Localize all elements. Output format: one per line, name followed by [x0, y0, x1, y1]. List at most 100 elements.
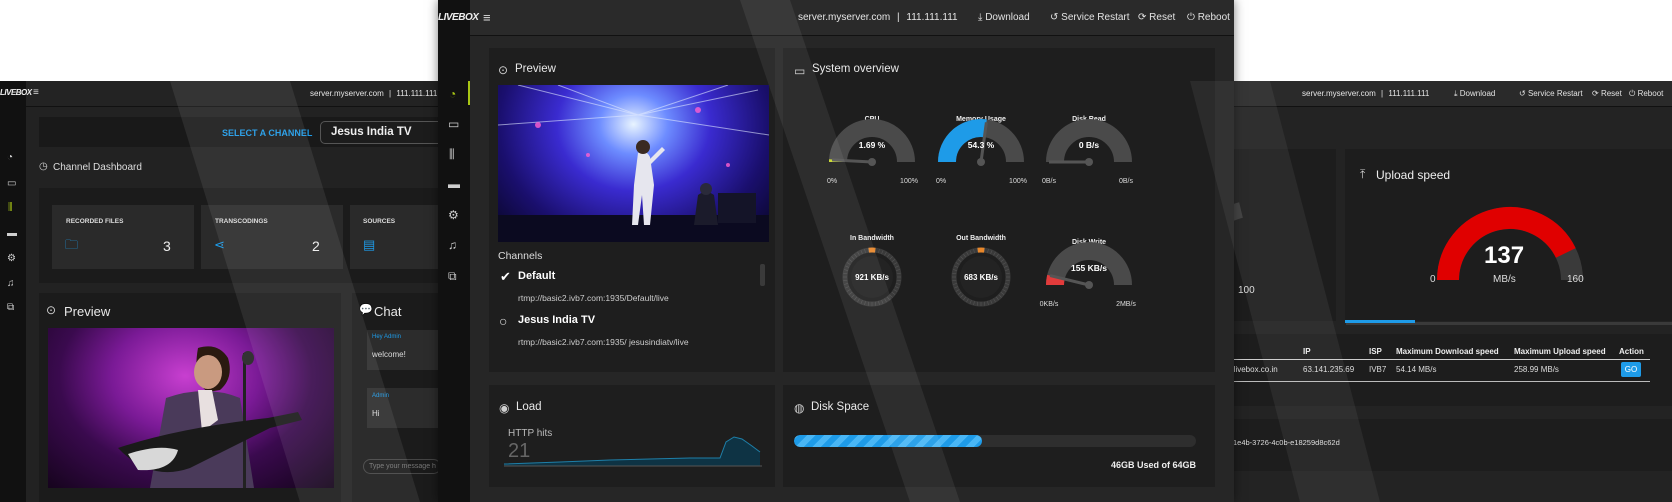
center-server-sep: | [897, 12, 900, 23]
gauge-hub [1085, 281, 1093, 289]
gear-icon[interactable]: ⚙ [448, 209, 459, 221]
document-icon: ▤ [363, 237, 376, 252]
folder-icon: 🗀 [65, 237, 79, 252]
radio-empty-icon: ○ [499, 313, 508, 329]
disk-icon: ◍ [794, 401, 805, 415]
th-isp: ISP [1369, 347, 1382, 356]
gauge-min: 0% [936, 178, 946, 185]
left-server-sep: | [389, 89, 392, 98]
left-server-name: server.myserver.com [310, 89, 384, 98]
download-icon: ⤓ [978, 12, 983, 23]
right-restart-label: Service Restart [1527, 89, 1583, 98]
stat-sources[interactable]: SOURCES ▤ [350, 205, 440, 269]
right-server-info: server.myserver.com | 111.111.111 [1302, 89, 1429, 98]
channel-select[interactable]: Jesus India TV [320, 121, 440, 144]
play-circle-icon: ⊙ [498, 63, 509, 77]
left-sliders-icon[interactable]: ⫼ [8, 203, 13, 213]
preview-panel: ⊙ Preview Channels ✔ Default rtmp://basi… [489, 48, 775, 372]
left-menu-icon[interactable]: ≡ [33, 87, 39, 98]
row-ip: 63.141.235.69 [1303, 365, 1355, 374]
reboot-label: Reboot [1197, 12, 1230, 23]
right-restart-button[interactable]: ↺ Service Restart [1519, 89, 1583, 98]
gauge-min: 0KB/s [1040, 301, 1059, 308]
gauge-value: 54.3 % [968, 140, 995, 150]
upload-gauge [1437, 207, 1583, 281]
disk-bar-track [794, 435, 1196, 447]
partial-gauge-arc [1225, 202, 1244, 226]
preview-video[interactable] [498, 85, 769, 242]
right-reset-button[interactable]: ⟳ Reset [1592, 89, 1622, 98]
chat-panel: 💬 Chat Hey Admin welcome! Admin Hi [352, 293, 440, 502]
table-header-rule [1225, 359, 1650, 360]
gauge-hub [868, 158, 876, 166]
left-logo: LIVEBOX [0, 88, 32, 97]
channel-url: rtmp://basic2.ivb7.com:1935/ jesusindiat… [518, 337, 689, 347]
left-desktop-icon[interactable]: ▬ [7, 229, 17, 239]
right-reboot-button[interactable]: ⏻ Reboot [1629, 89, 1663, 99]
desktop-icon[interactable]: ▬ [448, 178, 460, 190]
partial-gauge-max-label: 100 [1238, 285, 1255, 296]
channel-item[interactable]: ○ Jesus India TV rtmp://basic2.ivb7.com:… [498, 311, 753, 353]
stack-icon[interactable]: ⧉ [448, 270, 457, 282]
channel-name: Jesus India TV [518, 314, 596, 326]
download-label: Download [985, 12, 1030, 23]
gauge-min: 0% [827, 178, 837, 185]
left-stack-icon[interactable]: ⧉ [7, 303, 14, 313]
gauge-needle [831, 158, 873, 164]
left-preview-video[interactable] [48, 328, 334, 488]
gauge-min: 0B/s [1042, 178, 1057, 185]
restart-label: Service Restart [1061, 12, 1130, 23]
upload-progress-fill [1345, 320, 1415, 323]
sliders-icon[interactable]: ⫼ [449, 148, 455, 160]
right-reboot-label: Reboot [1637, 89, 1664, 98]
th-upload: Maximum Upload speed [1514, 347, 1606, 356]
center-server-info: server.myserver.com | 111.111.111 [798, 12, 958, 23]
left-music-icon[interactable]: ♫ [7, 279, 15, 289]
chat-text: welcome! [372, 350, 406, 359]
center-logo: LIVEBOX [438, 12, 479, 23]
channels-scrollbar[interactable] [760, 264, 765, 286]
left-gauge-icon[interactable]: ◔ [7, 153, 13, 163]
right-download-button[interactable]: ⤓ Download [1454, 89, 1495, 99]
row-isp: IVB7 [1369, 365, 1387, 374]
dial-label: In Bandwidth [850, 235, 894, 242]
center-server-ip: 111.111.111 [906, 12, 958, 23]
download-button[interactable]: ⤓ Download [978, 12, 1030, 23]
center-menu-icon[interactable]: ≡ [483, 10, 491, 25]
left-monitor-icon[interactable]: ▭ [7, 179, 16, 189]
left-gear-icon[interactable]: ⚙ [7, 254, 16, 264]
disk-used-text: 46GB Used of 64GB [1110, 460, 1196, 470]
stat-label: SOURCES [363, 218, 396, 225]
check-circle-icon: ✔ [500, 269, 511, 284]
stat-transcodings[interactable]: TRANSCODINGS ⋖ 2 [201, 205, 343, 269]
right-reset-label: Reset [1600, 89, 1622, 98]
channel-item[interactable]: ✔ Default rtmp://basic2.ivb7.com:1935/De… [498, 267, 753, 307]
results-table-panel: IP ISP Maximum Download speed Maximum Up… [1224, 334, 1672, 406]
row-download: 54.14 MB/s [1396, 365, 1437, 374]
disk-bar-fill [794, 435, 983, 447]
left-channel-bar: SELECT A CHANNEL Jesus India TV [39, 117, 440, 147]
left-server-ip: 111.111.111 [396, 89, 438, 98]
stat-label: RECORDED FILES [66, 218, 124, 225]
gauge-hub [977, 158, 985, 166]
upload-value: 137 [1484, 242, 1525, 269]
monitor-icon[interactable]: ▭ [448, 118, 459, 130]
music-icon[interactable]: ♫ [448, 239, 457, 251]
table-row-rule [1225, 381, 1650, 382]
go-button[interactable]: GO [1621, 362, 1641, 377]
reset-button[interactable]: ⟳ Reset [1138, 12, 1175, 23]
stat-recorded-files[interactable]: RECORDED FILES 🗀 3 [52, 205, 194, 269]
dial-value: 921 KB/s [855, 273, 889, 282]
stat-value: 3 [163, 238, 171, 254]
chat-input[interactable] [363, 459, 440, 474]
preview-title: Preview [515, 63, 556, 75]
restart-icon: ↺ [1050, 12, 1059, 23]
reboot-icon: ⏻ [1187, 12, 1195, 23]
dashboard-gauge-icon[interactable]: ◔ [449, 88, 456, 100]
channel-select-value: Jesus India TV [331, 126, 412, 138]
service-restart-button[interactable]: ↺ Service Restart [1050, 12, 1130, 23]
chat-user: Hey Admin [372, 334, 402, 340]
reboot-button[interactable]: ⏻ Reboot [1187, 12, 1230, 23]
stat-label: TRANSCODINGS [215, 218, 268, 225]
gauge-hub [1085, 158, 1093, 166]
